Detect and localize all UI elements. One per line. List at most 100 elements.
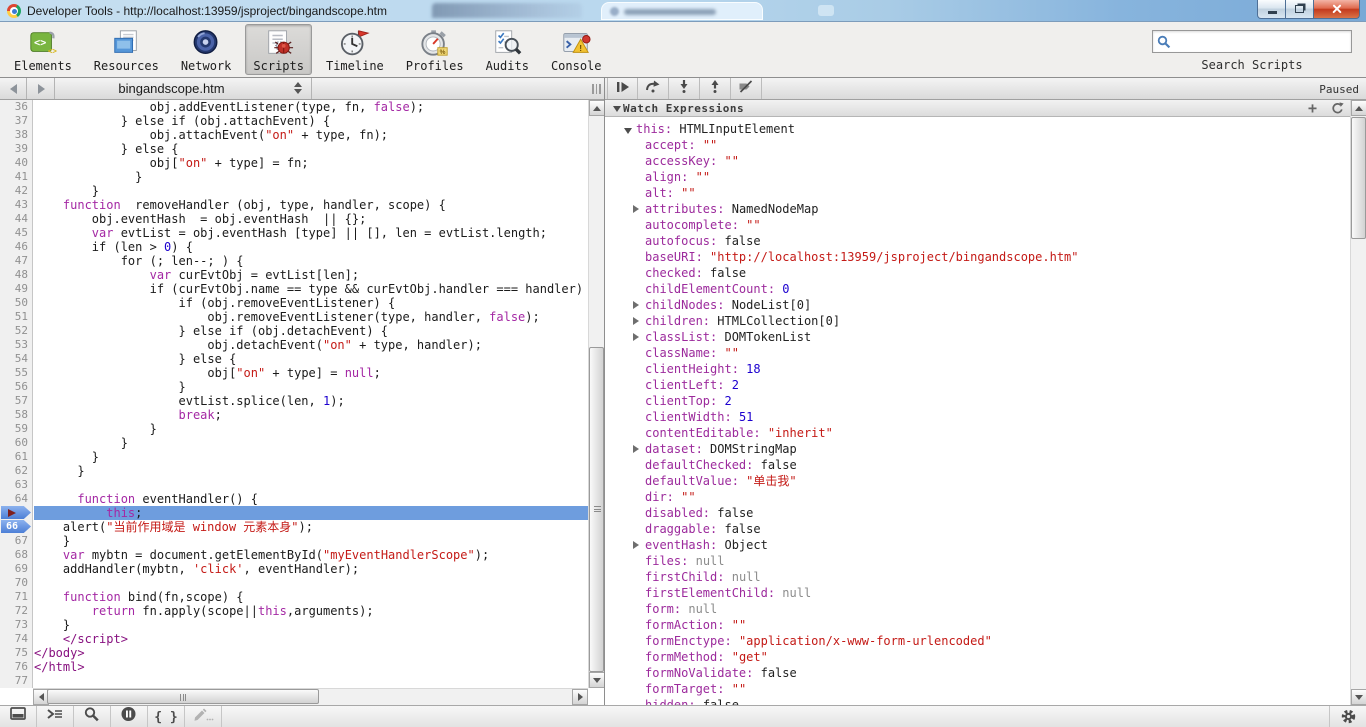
line-number-77[interactable]: 77: [0, 674, 32, 688]
watch-property-hidden[interactable]: hidden: false: [605, 697, 1350, 705]
line-number-67[interactable]: 67: [0, 534, 32, 548]
file-selector[interactable]: bingandscope.htm: [56, 78, 312, 99]
execution-pointer-badge[interactable]: [1, 506, 31, 519]
watch-property-firstElementChild[interactable]: firstElementChild: null: [605, 585, 1350, 601]
code-horizontal-scrollbar[interactable]: [33, 688, 588, 705]
watch-property-draggable[interactable]: draggable: false: [605, 521, 1350, 537]
dock-to-window-button[interactable]: [0, 706, 37, 727]
line-number-44[interactable]: 44: [0, 212, 32, 226]
code-line-44[interactable]: obj.eventHash = obj.eventHash || {};: [34, 212, 588, 226]
code-line-50[interactable]: if (obj.removeEventListener) {: [34, 296, 588, 310]
code-gutter[interactable]: 3637383940414243444546474849505152535455…: [0, 100, 33, 688]
titlebar[interactable]: Developer Tools - http://localhost:13959…: [0, 0, 1366, 22]
minimize-button[interactable]: [1257, 0, 1286, 19]
watch-property-childElementCount[interactable]: childElementCount: 0: [605, 281, 1350, 297]
line-number-42[interactable]: 42: [0, 184, 32, 198]
code-line-43[interactable]: function removeHandler (obj, type, handl…: [34, 198, 588, 212]
line-number-43[interactable]: 43: [0, 198, 32, 212]
code-line-67[interactable]: }: [34, 534, 588, 548]
settings-button[interactable]: [1329, 706, 1366, 727]
code-line-57[interactable]: evtList.splice(len, 1);: [34, 394, 588, 408]
tool-timeline[interactable]: Timeline: [318, 24, 392, 75]
line-number-52[interactable]: 52: [0, 324, 32, 338]
line-number-50[interactable]: 50: [0, 296, 32, 310]
collapsed-triangle-icon[interactable]: [633, 445, 639, 453]
code-line-77[interactable]: [34, 674, 588, 688]
watch-property-files[interactable]: files: null: [605, 553, 1350, 569]
tool-resources[interactable]: Resources: [86, 24, 167, 75]
search-input[interactable]: [1175, 32, 1347, 51]
line-number-54[interactable]: 54: [0, 352, 32, 366]
watch-property-formNoValidate[interactable]: formNoValidate: false: [605, 665, 1350, 681]
line-number-39[interactable]: 39: [0, 142, 32, 156]
tool-console[interactable]: !Console: [543, 24, 610, 75]
line-number-60[interactable]: 60: [0, 436, 32, 450]
code-line-39[interactable]: } else {: [34, 142, 588, 156]
watch-property-disabled[interactable]: disabled: false: [605, 505, 1350, 521]
line-number-56[interactable]: 56: [0, 380, 32, 394]
code-line-71[interactable]: function bind(fn,scope) {: [34, 590, 588, 604]
code-line-75[interactable]: </body>: [34, 646, 588, 660]
watch-property-accessKey[interactable]: accessKey: "": [605, 153, 1350, 169]
code-line-59[interactable]: }: [34, 422, 588, 436]
line-number-69[interactable]: 69: [0, 562, 32, 576]
line-number-73[interactable]: 73: [0, 618, 32, 632]
watch-property-this[interactable]: this: HTMLInputElement: [605, 121, 1350, 137]
code-line-60[interactable]: }: [34, 436, 588, 450]
line-number-37[interactable]: 37: [0, 114, 32, 128]
line-number-70[interactable]: 70: [0, 576, 32, 590]
code-line-68[interactable]: var mybtn = document.getElementById("myE…: [34, 548, 588, 562]
expanded-triangle-icon[interactable]: [624, 128, 632, 134]
line-number-38[interactable]: 38: [0, 128, 32, 142]
code-line-36[interactable]: obj.addEventListener(type, fn, false);: [34, 100, 588, 114]
line-number-65[interactable]: [0, 506, 32, 520]
watch-property-align[interactable]: align: "": [605, 169, 1350, 185]
collapsed-triangle-icon[interactable]: [633, 205, 639, 213]
code-line-62[interactable]: }: [34, 464, 588, 478]
line-number-49[interactable]: 49: [0, 282, 32, 296]
tool-audits[interactable]: Audits: [478, 24, 537, 75]
watch-property-clientTop[interactable]: clientTop: 2: [605, 393, 1350, 409]
show-console-button[interactable]: [37, 706, 74, 727]
code-line-66[interactable]: alert("当前作用域是 window 元素本身");: [34, 520, 588, 534]
scroll-up-button[interactable]: [589, 100, 605, 116]
watch-property-defaultChecked[interactable]: defaultChecked: false: [605, 457, 1350, 473]
watch-property-autocomplete[interactable]: autocomplete: "": [605, 217, 1350, 233]
line-number-61[interactable]: 61: [0, 450, 32, 464]
code-line-56[interactable]: }: [34, 380, 588, 394]
line-number-41[interactable]: 41: [0, 170, 32, 184]
code-line-74[interactable]: </script>: [34, 632, 588, 646]
forward-button[interactable]: [28, 78, 55, 99]
code-line-46[interactable]: if (len > 0) {: [34, 240, 588, 254]
line-number-74[interactable]: 74: [0, 632, 32, 646]
code-line-37[interactable]: } else if (obj.attachEvent) {: [34, 114, 588, 128]
pretty-print-button[interactable]: { }: [148, 706, 185, 727]
collapsed-triangle-icon[interactable]: [633, 317, 639, 325]
line-number-58[interactable]: 58: [0, 408, 32, 422]
code-line-70[interactable]: [34, 576, 588, 590]
code-line-45[interactable]: var evtList = obj.eventHash [type] || []…: [34, 226, 588, 240]
code-line-76[interactable]: </html>: [34, 660, 588, 674]
watch-property-formAction[interactable]: formAction: "": [605, 617, 1350, 633]
code-lines[interactable]: obj.addEventListener(type, fn, false); }…: [34, 100, 588, 688]
watch-property-className[interactable]: className: "": [605, 345, 1350, 361]
watch-property-formTarget[interactable]: formTarget: "": [605, 681, 1350, 697]
watch-property-childNodes[interactable]: childNodes: NodeList[0]: [605, 297, 1350, 313]
add-watch-expression-button[interactable]: +: [1308, 101, 1317, 116]
code-line-65[interactable]: this;: [34, 506, 588, 520]
line-number-55[interactable]: 55: [0, 366, 32, 380]
line-number-75[interactable]: 75: [0, 646, 32, 660]
watch-property-checked[interactable]: checked: false: [605, 265, 1350, 281]
watch-property-clientLeft[interactable]: clientLeft: 2: [605, 377, 1350, 393]
code-line-40[interactable]: obj["on" + type] = fn;: [34, 156, 588, 170]
code-line-73[interactable]: }: [34, 618, 588, 632]
watch-property-alt[interactable]: alt: "": [605, 185, 1350, 201]
step-into-button[interactable]: [669, 78, 700, 99]
line-number-51[interactable]: 51: [0, 310, 32, 324]
pause-resume-button[interactable]: [607, 78, 638, 99]
watch-property-dir[interactable]: dir: "": [605, 489, 1350, 505]
watch-property-dataset[interactable]: dataset: DOMStringMap: [605, 441, 1350, 457]
code-line-64[interactable]: function eventHandler() {: [34, 492, 588, 506]
scroll-down-button[interactable]: [1351, 689, 1366, 705]
watch-property-eventHash[interactable]: eventHash: Object: [605, 537, 1350, 553]
